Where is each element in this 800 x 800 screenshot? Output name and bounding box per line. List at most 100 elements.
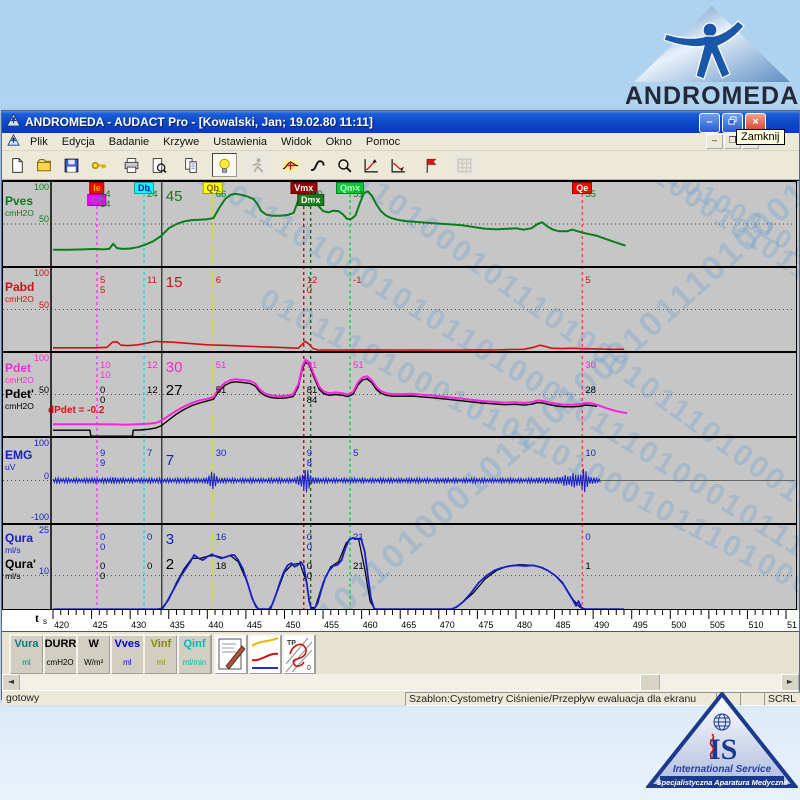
marker-value-pdet-prime-Qb: 51: [216, 386, 227, 396]
menu-widok[interactable]: Widok: [274, 135, 319, 149]
time-axis-tick: 425: [93, 620, 108, 630]
time-axis-tick: 485: [556, 620, 571, 630]
time-axis-tick: 505: [710, 620, 725, 630]
toolbar-separator: [172, 155, 178, 175]
notes-icon: [216, 636, 246, 673]
axis-mid-emg: 0: [3, 472, 49, 481]
toolbar-separator: [112, 155, 118, 175]
marker-value-pves-Db: 24: [147, 190, 158, 200]
menu-badanie[interactable]: Badanie: [102, 135, 156, 149]
window-titlebar: ANDROMEDA - AUDACT Pro - [Kowalski, Jan;…: [2, 111, 799, 133]
channel-label-emg: EMG: [5, 449, 32, 461]
marker-value-qura-Qmx: 21: [353, 533, 364, 543]
tp-loop-button[interactable]: TP0: [282, 634, 316, 675]
channel-button-unit: W/m²: [78, 658, 109, 667]
zoom-button[interactable]: [332, 153, 357, 177]
mdi-minimize-button[interactable]: –: [706, 134, 723, 149]
curves-preview-icon: [250, 636, 280, 673]
print-button[interactable]: [119, 153, 144, 177]
chart-canvas: [2, 181, 799, 610]
international-service-logo: IS International Service Specjalistyczna…: [646, 692, 798, 794]
marker-value-emg-Qb: 30: [216, 449, 227, 459]
curve-tool-button[interactable]: [305, 153, 330, 177]
time-axis-tick: 480: [517, 620, 532, 630]
chart-eval-2-button[interactable]: [386, 153, 411, 177]
copy-icon: [183, 157, 200, 174]
cursor-value-emg: 7: [166, 453, 174, 468]
marker-value-pabd-Qmx: -1: [353, 276, 361, 286]
channel-button-qinf[interactable]: Qinfml/min: [177, 634, 212, 675]
status-ready: gotowy: [6, 692, 39, 704]
save-icon: [63, 157, 80, 174]
marker-add-icon: [282, 157, 299, 174]
exit-runner-icon: [249, 157, 266, 174]
copy-button[interactable]: [179, 153, 204, 177]
channel-buttons-panel: VuramlDURRcmH2OWW/m²VvesmlVinfmlQinfml/m…: [2, 632, 799, 674]
open-folder-button[interactable]: [32, 153, 57, 177]
time-axis-tick: 470: [440, 620, 455, 630]
menu-ustawienia[interactable]: Ustawienia: [206, 135, 274, 149]
chart-eval-1-icon: [363, 157, 380, 174]
channel-button-vves[interactable]: Vvesml: [110, 634, 145, 675]
emg-curve: [53, 469, 600, 493]
pattern-icon: [456, 157, 473, 174]
menu-edycja[interactable]: Edycja: [55, 135, 102, 149]
channel-button-vinf[interactable]: Vinfml: [143, 634, 178, 675]
axis-mid-qura: 10: [3, 567, 49, 576]
marker-value-qura-Ie: 00: [100, 533, 105, 553]
channel-button-label: Vura: [11, 638, 42, 651]
channel-label-pabd: Pabd: [5, 281, 34, 293]
channel-button-w[interactable]: WW/m²: [76, 634, 111, 675]
new-document-button[interactable]: [5, 153, 30, 177]
globe-icon: [714, 714, 730, 730]
curves-preview-button[interactable]: [248, 634, 282, 675]
app-icon: [6, 113, 21, 132]
light-bulb-button[interactable]: [212, 153, 237, 177]
svg-text:TP: TP: [287, 640, 296, 647]
toolbar-separator: [271, 155, 277, 175]
axis-top-pabd: 100: [3, 269, 49, 278]
time-axis-tick: 495: [633, 620, 648, 630]
time-axis-tick: 515: [787, 620, 797, 630]
axis-top-qura: 25: [3, 526, 49, 535]
mdi-child-icon: [7, 134, 20, 149]
save-button[interactable]: [59, 153, 84, 177]
cursor-value-pabd: 15: [166, 275, 183, 290]
channel-button-vura[interactable]: Vuraml: [9, 634, 44, 675]
marker-value-pdet-Db: 12: [147, 361, 158, 371]
close-tooltip: Zamknij: [736, 129, 785, 145]
marker-value-emg-Qe: 10: [585, 449, 596, 459]
flag-button[interactable]: [419, 153, 444, 177]
chart-eval-1-button[interactable]: [359, 153, 384, 177]
time-axis-tick: 435: [170, 620, 185, 630]
marker-value-pabd-Qb: 6: [216, 276, 221, 286]
key-button[interactable]: [86, 153, 111, 177]
channel-unit-pdet: cmH2O: [5, 376, 34, 385]
chart-area: 0101110100010101101000101110100010111010…: [2, 180, 799, 610]
toolbar: [2, 151, 799, 180]
menu-krzywe[interactable]: Krzywe: [156, 135, 206, 149]
print-preview-button[interactable]: [146, 153, 171, 177]
notes-button[interactable]: [214, 634, 248, 675]
marker-value-qura-prime-Qb: 18: [216, 562, 227, 572]
menu-okno[interactable]: Okno: [319, 135, 359, 149]
marker-value-qura-Db: 0: [147, 533, 152, 543]
axis-bottom-emg: -100: [3, 513, 49, 522]
marker-value-emg-Ie: 99: [100, 449, 105, 469]
minimize-button[interactable]: –: [699, 113, 720, 133]
time-axis-tick: 445: [247, 620, 262, 630]
qura-curve: [53, 538, 624, 610]
channel-button-unit: ml: [145, 658, 176, 667]
channel-unit-pdet-prime: cmH2O: [5, 402, 34, 411]
marker-value-pabd-Db: 11: [147, 276, 157, 286]
marker-value-pdet-prime-Ie: 00: [100, 386, 105, 406]
curve-tool-icon: [309, 157, 326, 174]
time-axis-tick: 475: [478, 620, 493, 630]
cursor-value-qura: 3: [166, 532, 174, 547]
marker-value-qura-Qb: 16: [216, 533, 227, 543]
marker-add-button[interactable]: [278, 153, 303, 177]
menu-pomoc[interactable]: Pomoc: [359, 135, 407, 149]
menu-plik[interactable]: Plik: [23, 135, 55, 149]
horizontal-scrollbar[interactable]: ◄ ►: [2, 674, 799, 690]
channel-button-durr[interactable]: DURRcmH2O: [43, 634, 78, 675]
